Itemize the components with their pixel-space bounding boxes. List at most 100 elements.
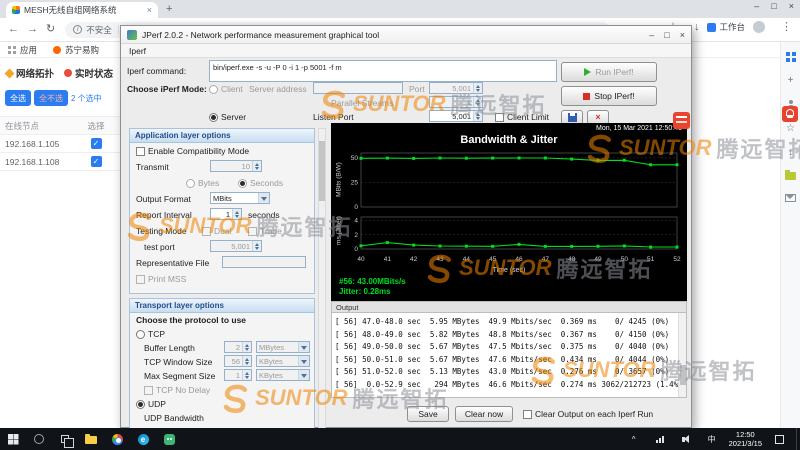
chevron-down-icon[interactable]	[298, 356, 309, 366]
taskbar-clock[interactable]: 12:50 2021/3/15	[729, 430, 762, 448]
menu-dots-icon[interactable]: ⋮	[781, 22, 792, 33]
tcp-radio[interactable]: TCP	[136, 329, 165, 339]
sidebar-plus-icon[interactable]: +	[788, 76, 794, 86]
tcp-window-spinner[interactable]: 56	[224, 355, 252, 367]
spinner-arrows[interactable]	[252, 241, 261, 251]
max-segment-unit-dropdown[interactable]: KBytes	[256, 369, 310, 381]
forward-icon[interactable]: →	[27, 24, 38, 35]
spinner-arrows[interactable]	[232, 209, 241, 219]
stop-iperf-button[interactable]: Stop IPerf!	[561, 86, 657, 106]
customer-service-badge[interactable]	[782, 106, 798, 122]
chrome-button[interactable]	[104, 428, 130, 450]
buffer-length-unit-dropdown[interactable]: MBytes	[256, 341, 310, 353]
workspace-grid-icon[interactable]	[786, 52, 796, 62]
client-port-spinner[interactable]: 5,001	[429, 82, 483, 94]
network-icon[interactable]	[647, 428, 673, 450]
spinner-arrows[interactable]	[473, 97, 482, 107]
sidebar-download-icon[interactable]: ↓	[788, 148, 793, 158]
workspace-button[interactable]: 工作台	[707, 21, 745, 33]
jperf-maximize-button[interactable]: □	[664, 30, 669, 40]
back-icon[interactable]: ←	[8, 24, 19, 35]
options-scrollbar[interactable]	[318, 128, 326, 429]
browser-maximize-button[interactable]: □	[771, 1, 776, 11]
server-address-input[interactable]	[313, 82, 403, 94]
chevron-down-icon[interactable]	[298, 342, 309, 352]
chevron-down-icon[interactable]	[258, 193, 269, 203]
node-checkbox[interactable]: ✓	[91, 156, 102, 167]
new-tab-button[interactable]: +	[166, 3, 172, 15]
test-port-spinner[interactable]: 5,001	[210, 240, 262, 252]
spinner-arrows[interactable]	[242, 342, 251, 352]
print-mss-checkbox[interactable]: Print MSS	[136, 274, 186, 284]
tcp-window-unit-dropdown[interactable]: KBytes	[256, 355, 310, 367]
jperf-minimize-button[interactable]: –	[649, 30, 654, 40]
start-button[interactable]	[0, 428, 26, 450]
task-view-button[interactable]	[52, 428, 78, 450]
save-button[interactable]: Save	[407, 406, 449, 422]
report-interval-spinner[interactable]: 1	[210, 208, 242, 220]
max-segment-spinner[interactable]: 1	[224, 369, 252, 381]
security-label[interactable]: 不安全	[86, 24, 112, 36]
bookmark-suning[interactable]: 苏宁易购	[53, 44, 99, 56]
tab-close-icon[interactable]: ×	[147, 5, 152, 15]
spinner-arrows[interactable]	[242, 370, 251, 380]
trade-checkbox[interactable]: Trade	[248, 226, 282, 236]
parallel-streams-spinner[interactable]: 1	[429, 96, 483, 108]
deselect-all-button[interactable]: 全不选	[34, 90, 68, 106]
spinner-arrows[interactable]	[242, 356, 251, 366]
client-limit-checkbox[interactable]: Client Limit	[495, 112, 549, 122]
nav-realtime-status[interactable]: 实时状态	[64, 66, 113, 80]
select-all-button[interactable]: 全选	[5, 90, 31, 106]
scrollbar-thumb[interactable]	[680, 365, 686, 385]
edge-button[interactable]: e	[130, 428, 156, 450]
output-log[interactable]: [ 56] 47.0-48.0 sec 5.95 MBytes 49.9 Mbi…	[331, 313, 687, 398]
node-checkbox[interactable]: ✓	[91, 138, 102, 149]
output-format-dropdown[interactable]: MBits	[210, 192, 270, 204]
udp-radio[interactable]: UDP	[136, 399, 166, 409]
server-radio[interactable]: Server	[209, 112, 246, 122]
sidebar-folder-icon[interactable]	[785, 172, 796, 180]
chevron-down-icon[interactable]	[298, 370, 309, 380]
sidebar-star-icon[interactable]: ☆	[786, 124, 795, 134]
language-indicator[interactable]: 中	[699, 428, 725, 450]
bytes-radio[interactable]: Bytes	[186, 178, 219, 188]
clear-now-button[interactable]: Clear now	[455, 406, 513, 422]
tcp-no-delay-checkbox[interactable]: TCP No Delay	[144, 385, 210, 395]
spinner-arrows[interactable]	[473, 83, 482, 93]
compatibility-mode-checkbox[interactable]: Enable Compatibility Mode	[136, 146, 249, 156]
tray-expand-button[interactable]: ^	[621, 428, 647, 450]
chat-app-button[interactable]	[156, 428, 182, 450]
notification-center-button[interactable]	[766, 428, 792, 450]
profile-avatar[interactable]	[753, 21, 765, 33]
show-desktop-button[interactable]	[796, 428, 800, 450]
download-icon[interactable]: ↓	[694, 22, 700, 33]
run-iperf-button[interactable]: Run IPerf!	[561, 62, 657, 82]
browser-close-button[interactable]: ×	[789, 1, 794, 11]
seconds-radio[interactable]: Seconds	[238, 178, 283, 188]
scrollbar-thumb[interactable]	[319, 141, 325, 201]
volume-icon[interactable]	[673, 428, 699, 450]
dual-checkbox[interactable]: Dual	[202, 226, 231, 236]
client-radio[interactable]: Client	[209, 84, 243, 94]
listen-port-spinner[interactable]: 5,001	[429, 110, 483, 122]
output-scrollbar[interactable]	[678, 313, 686, 397]
sidebar-mail-icon[interactable]	[785, 194, 796, 202]
jperf-titlebar[interactable]: JPerf 2.0.2 - Network performance measur…	[121, 26, 691, 44]
representative-file-input[interactable]	[222, 256, 306, 268]
clear-output-checkbox[interactable]: Clear Output on each Iperf Run	[523, 409, 653, 419]
spinner-arrows[interactable]	[252, 161, 261, 171]
refresh-icon[interactable]: ↻	[46, 24, 55, 35]
spinner-arrows[interactable]	[473, 111, 482, 121]
nav-network-topology[interactable]: 网络拓扑	[6, 66, 54, 80]
buffer-length-spinner[interactable]: 2	[224, 341, 252, 353]
info-icon[interactable]: i	[73, 25, 82, 34]
bookmark-apps[interactable]: 应用	[8, 44, 37, 56]
browser-tab[interactable]: MESH无线自组网络系统 ×	[6, 2, 158, 18]
file-explorer-button[interactable]	[78, 428, 104, 450]
jperf-close-button[interactable]: ×	[680, 30, 685, 40]
transmit-spinner[interactable]: 10	[210, 160, 262, 172]
menu-iperf[interactable]: Iperf	[129, 46, 146, 56]
iperf-command-input[interactable]: bin/iperf.exe -s -u -P 0 -i 1 -p 5001 -f…	[209, 60, 557, 82]
browser-minimize-button[interactable]: –	[754, 1, 759, 11]
cortana-search-button[interactable]	[26, 428, 52, 450]
